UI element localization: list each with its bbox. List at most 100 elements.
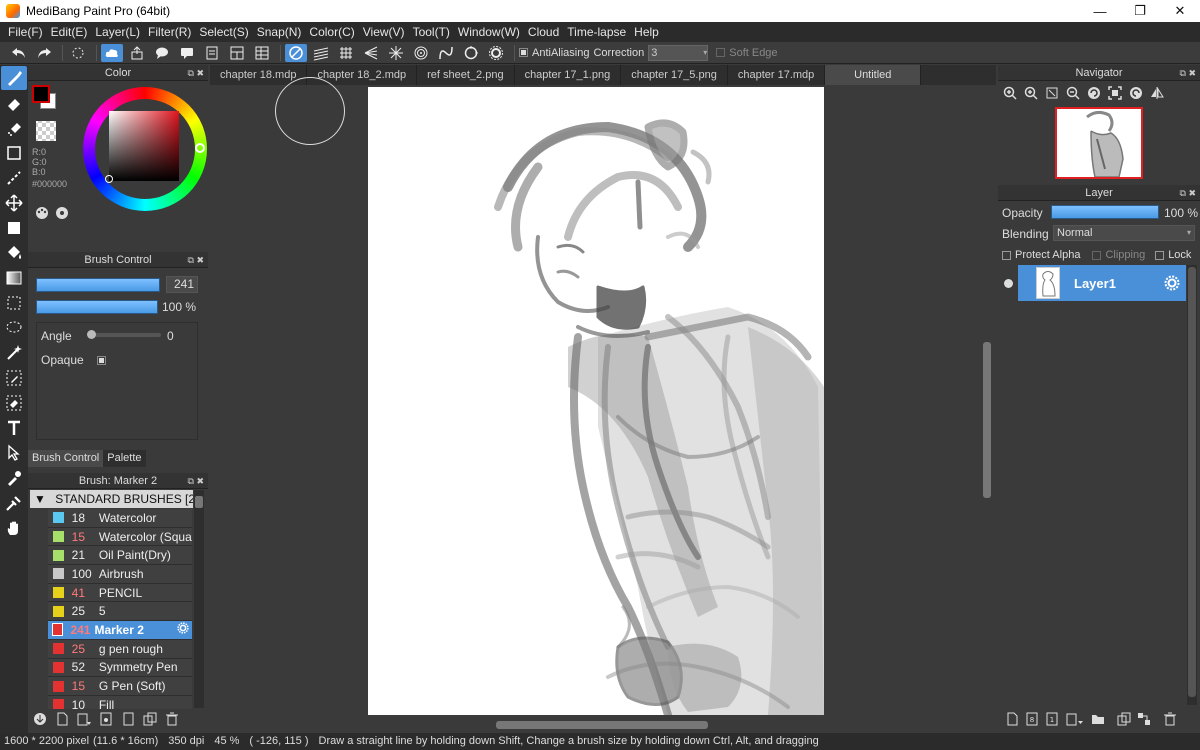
add-brush-menu-button[interactable] — [76, 711, 92, 727]
angle-slider[interactable] — [87, 330, 161, 339]
brush-list-item[interactable]: 25 g pen rough — [48, 639, 192, 659]
text-tool[interactable] — [1, 416, 27, 440]
tab-palette[interactable]: Palette — [103, 450, 146, 467]
canvas-horizontal-scrollbar[interactable] — [210, 719, 986, 731]
select-eraser-tool[interactable] — [1, 391, 27, 415]
menu-window[interactable]: Window(W) — [454, 25, 524, 39]
delete-brush-button[interactable] — [164, 711, 180, 727]
menu-tool[interactable]: Tool(T) — [409, 25, 454, 39]
maximize-button[interactable]: ❐ — [1120, 0, 1160, 22]
fit-to-window-button[interactable] — [1107, 85, 1123, 101]
hue-wheel[interactable] — [83, 87, 207, 211]
flip-button[interactable] — [1149, 85, 1165, 101]
panel-controls[interactable]: ⧉ ✖ — [1180, 185, 1196, 201]
scrollbar-thumb[interactable] — [983, 342, 991, 498]
deselect-button[interactable] — [67, 44, 89, 62]
brush-list-item[interactable]: 18 Watercolor — [48, 509, 192, 528]
correction-select[interactable]: 3 ▾ — [648, 44, 709, 61]
scrollbar-thumb[interactable] — [195, 496, 203, 508]
menu-select[interactable]: Select(S) — [195, 25, 252, 39]
brush-list-item[interactable]: 15 G Pen (Soft) — [48, 677, 192, 696]
balloon-button[interactable] — [176, 44, 198, 62]
add-brush-button[interactable] — [54, 711, 70, 727]
move-tool[interactable] — [1, 191, 27, 215]
brush-list-item[interactable]: 241 Marker 2 — [48, 621, 192, 640]
navigator-preview[interactable] — [1055, 107, 1143, 179]
hue-handle[interactable] — [195, 143, 205, 153]
zoom-in-button[interactable] — [1023, 85, 1039, 101]
operation-tool[interactable] — [1, 441, 27, 465]
concentric-snap-button[interactable] — [410, 44, 432, 62]
select-pen-tool[interactable] — [1, 366, 27, 390]
tab-document[interactable]: chapter 17.mdp — [728, 65, 826, 85]
blending-select[interactable]: Normal ▾ — [1053, 225, 1195, 241]
brush-cloud-button[interactable] — [32, 711, 48, 727]
tab-document[interactable]: chapter 17_5.png — [621, 65, 728, 85]
circle-snap-button[interactable] — [460, 44, 482, 62]
layer-list-scrollbar[interactable] — [1187, 265, 1197, 705]
rotate-right-button[interactable] — [1128, 85, 1144, 101]
share-button[interactable] — [126, 44, 148, 62]
dropper-tool[interactable] — [1, 491, 27, 515]
panel-controls[interactable]: ⧉ ✖ — [188, 65, 204, 81]
dot-eraser-tool[interactable] — [1, 116, 27, 140]
color-picker-handle[interactable] — [105, 175, 113, 183]
brush-list-scrollbar[interactable] — [194, 490, 204, 708]
new-color-layer-button[interactable]: 8 — [1024, 711, 1040, 727]
new-folder-button[interactable] — [1090, 711, 1106, 727]
curve-snap-button[interactable] — [435, 44, 457, 62]
saturation-value-square[interactable] — [109, 111, 179, 181]
brush-list-item[interactable]: 15 Watercolor (Squa — [48, 527, 192, 547]
gradient-tool[interactable] — [1, 266, 27, 290]
soft-edge-checkbox[interactable] — [716, 48, 726, 57]
lock-checkbox[interactable] — [1155, 250, 1165, 260]
menu-help[interactable]: Help — [630, 25, 663, 39]
new-1bit-layer-button[interactable]: 1 — [1044, 711, 1060, 727]
brush-list-item[interactable]: 52 Symmetry Pen — [48, 658, 192, 678]
comment-button[interactable] — [151, 44, 173, 62]
radial-snap-button[interactable] — [385, 44, 407, 62]
rectangle-tool[interactable] — [1, 141, 27, 165]
brush-list-item[interactable]: 25 5 — [48, 602, 192, 622]
tab-document[interactable]: chapter 17_1.png — [515, 65, 622, 85]
copy-brush-button[interactable] — [120, 711, 136, 727]
merge-layer-button[interactable] — [1136, 711, 1152, 727]
scrollbar-thumb[interactable] — [496, 721, 708, 729]
new-layer-button[interactable] — [1004, 711, 1020, 727]
duplicate-layer-button[interactable] — [1116, 711, 1132, 727]
delete-layer-button[interactable] — [1162, 711, 1178, 727]
menu-filter[interactable]: Filter(R) — [144, 25, 195, 39]
duplicate-brush-button[interactable] — [142, 711, 158, 727]
brush-size-value[interactable]: 241 — [166, 276, 198, 293]
menu-color[interactable]: Color(C) — [305, 25, 358, 39]
tab-document-active[interactable]: Untitled — [825, 65, 922, 85]
panel-controls[interactable]: ⧉ ✖ — [1180, 65, 1196, 81]
layer-settings-gear-icon[interactable] — [1164, 275, 1180, 294]
eyedropper-tool[interactable] — [1, 466, 27, 490]
antialiasing-checkbox[interactable] — [519, 48, 528, 57]
color-palette-button[interactable] — [34, 205, 50, 221]
rotate-left-button[interactable] — [1086, 85, 1102, 101]
snap-settings-button[interactable] — [485, 44, 507, 62]
protect-alpha-checkbox[interactable] — [1002, 250, 1011, 260]
brush-list-item[interactable]: 41 PENCIL — [48, 583, 192, 603]
cross-snap-button[interactable] — [335, 44, 357, 62]
brush-settings-button[interactable] — [98, 711, 114, 727]
minimize-button[interactable]: — — [1080, 0, 1120, 22]
select-tool[interactable] — [1, 291, 27, 315]
snap-off-button[interactable] — [285, 43, 307, 62]
fill-rect-tool[interactable] — [1, 216, 27, 240]
foreground-color-swatch[interactable] — [32, 85, 50, 103]
brush-group-header[interactable]: ▼ STANDARD BRUSHES [2 — [30, 490, 193, 508]
brush-tool[interactable] — [1, 66, 27, 90]
menu-view[interactable]: View(V) — [359, 25, 409, 39]
redo-button[interactable] — [33, 44, 55, 62]
panel-controls[interactable]: ⧉ ✖ — [188, 252, 204, 268]
scrollbar-thumb[interactable] — [1188, 267, 1196, 697]
tab-brush-control[interactable]: Brush Control — [28, 450, 104, 467]
drawing-canvas[interactable] — [368, 87, 824, 715]
hand-tool[interactable] — [1, 516, 27, 540]
zoom-out-button[interactable] — [1065, 85, 1081, 101]
color-settings-button[interactable] — [54, 205, 70, 221]
add-layer-menu-button[interactable] — [1064, 711, 1086, 727]
